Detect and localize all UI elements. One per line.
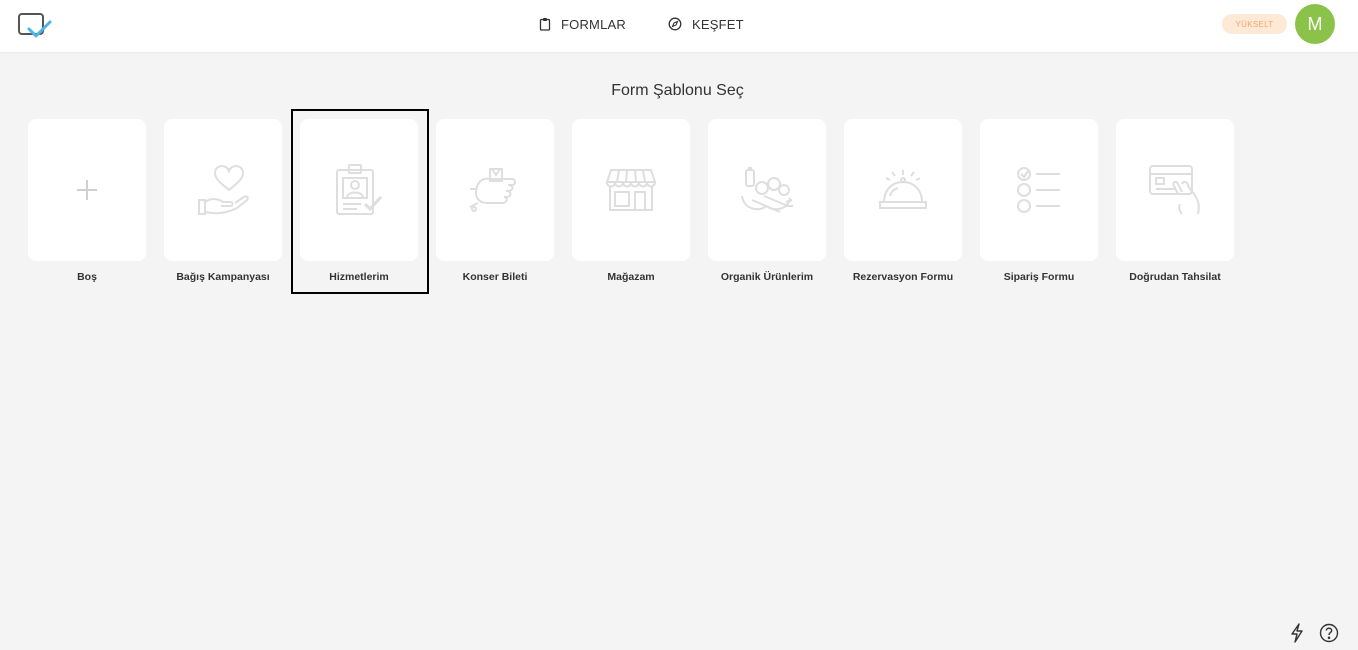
storefront-icon	[605, 169, 657, 211]
template-label: Organik Ürünlerim	[720, 271, 814, 283]
template-label: Bağış Kampanyası	[176, 271, 270, 283]
template-my-store[interactable]: Mağazam	[572, 119, 690, 283]
template-card[interactable]	[164, 119, 282, 261]
heart-hand-icon	[198, 164, 249, 215]
template-card[interactable]	[572, 119, 690, 261]
nav-explore[interactable]: KEŞFET	[668, 0, 744, 48]
template-label: Doğrudan Tahsilat	[1129, 271, 1221, 283]
ticket-hand-icon	[469, 168, 516, 212]
nav-explore-label: KEŞFET	[692, 16, 744, 32]
template-order-form[interactable]: Sipariş Formu	[980, 119, 1098, 283]
top-bar: FORMLAR KEŞFET YÜKSELT M	[0, 0, 1358, 52]
template-label: Mağazam	[607, 271, 655, 283]
nav-forms-label: FORMLAR	[561, 16, 626, 32]
template-card[interactable]	[28, 119, 146, 261]
nav-forms[interactable]: FORMLAR	[539, 0, 626, 48]
template-label: Sipariş Formu	[1003, 271, 1075, 283]
credit-card-hand-icon	[1149, 165, 1200, 215]
checklist-icon	[1017, 167, 1060, 213]
vegetables-icon	[741, 167, 793, 213]
template-label: Rezervasyon Formu	[852, 271, 954, 283]
page-title: Form Şablonu Seç	[611, 82, 744, 99]
plus-icon	[77, 180, 97, 200]
help-icon[interactable]	[1319, 623, 1339, 643]
template-direct-debit[interactable]: Doğrudan Tahsilat	[1116, 119, 1234, 283]
template-donation[interactable]: Bağış Kampanyası	[164, 119, 282, 283]
service-bell-icon	[879, 170, 927, 209]
template-card[interactable]	[844, 119, 962, 261]
template-label: Boş	[77, 271, 97, 283]
template-card[interactable]	[980, 119, 1098, 261]
template-organic-products[interactable]: Organik Ürünlerim	[708, 119, 826, 283]
clipboard-icon	[539, 18, 551, 31]
template-card[interactable]	[1116, 119, 1234, 261]
compass-icon	[668, 17, 682, 31]
template-reservation-form[interactable]: Rezervasyon Formu	[844, 119, 962, 283]
lightning-icon[interactable]	[1289, 623, 1305, 643]
template-label: Konser Bileti	[462, 271, 528, 283]
template-blank[interactable]: Boş	[28, 119, 146, 283]
upgrade-button[interactable]: YÜKSELT	[1222, 14, 1287, 34]
avatar[interactable]: M	[1295, 4, 1335, 44]
app-logo-icon[interactable]	[17, 11, 53, 41]
selected-template-highlight	[291, 109, 429, 294]
template-card[interactable]	[436, 119, 554, 261]
template-card[interactable]	[708, 119, 826, 261]
template-concert-ticket[interactable]: Konser Bileti	[436, 119, 554, 283]
